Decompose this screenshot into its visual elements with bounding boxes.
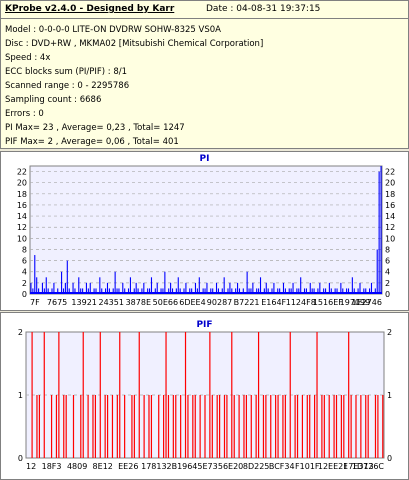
info-panel: KProbe v2.4.0 - Designed by Karr Date : …: [0, 0, 409, 149]
x-tick-label: 8D225: [243, 462, 270, 471]
y-tick-label-right: 12: [385, 223, 395, 232]
x-tick-label: 1E2746: [351, 298, 382, 307]
y-tick-label-right: 22: [385, 168, 395, 177]
x-tick-label: E164F: [261, 298, 286, 307]
x-tick-label: 7F: [30, 298, 40, 307]
x-tick-label: 18F3: [42, 462, 62, 471]
sampling-count-line: Sampling count : 6686: [5, 95, 102, 105]
x-tick-label: EE26: [118, 462, 138, 471]
pi-chart: 0 02 24 46 68 810 1012 1214 1416 1618 1820 2022 227F…: [17, 165, 395, 307]
ecc-line: ECC blocks sum (PI/PIF) : 8/1: [5, 67, 128, 77]
y-tick-label-left: 6: [22, 257, 27, 266]
y-tick-label-right: 4: [385, 268, 390, 277]
y-tick-label-left: 2: [22, 279, 27, 288]
y-tick-label-right: 2: [387, 328, 392, 337]
y-tick-label-right: 16: [385, 201, 395, 210]
y-tick-label-right: 14: [385, 212, 395, 221]
disc-line: Disc : DVD+RW , MKMA02 [Mitsubishi Chemi…: [5, 39, 264, 49]
x-tick-label: 90287: [207, 298, 232, 307]
x-tick-label: F101F: [295, 462, 320, 471]
y-tick-label-right: 18: [385, 190, 395, 199]
x-tick-label: 13921: [71, 298, 96, 307]
x-tick-label: 45E73: [192, 462, 217, 471]
x-tick-label: 1D726C: [352, 462, 385, 471]
plot-area: [29, 165, 383, 295]
pi-chart-panel: PI 0 0 2 2 4 4 6 6 8 8 10 10 12 12 14 14 16 16 18 18 20 20 22 2…: [0, 151, 409, 311]
y-tick-label-left: 16: [17, 201, 27, 210]
x-tick-label: 56E20: [218, 462, 243, 471]
y-tick-label-left: 2: [18, 328, 23, 337]
y-tick-label-right: 1: [387, 391, 392, 400]
x-tick-label: 6DEE4: [179, 298, 205, 307]
y-tick-label-left: 8: [22, 245, 27, 254]
x-tick-label: 2B196: [166, 462, 192, 471]
y-tick-label-left: 14: [17, 212, 27, 221]
y-tick-label-left: 20: [17, 179, 27, 188]
x-tick-label: 50E66: [153, 298, 178, 307]
y-tick-label-right: 0: [385, 290, 390, 299]
y-tick-label-right: 8: [385, 245, 390, 254]
y-tick-label-left: 4: [22, 268, 27, 277]
y-tick-label-left: 0: [22, 290, 27, 299]
x-tick-label: 8E12: [93, 462, 113, 471]
pi-summary-line: PI Max= 23 , Average= 0,23 , Total= 1247: [5, 123, 185, 133]
app-title: KProbe v2.4.0 - Designed by Karr: [5, 4, 175, 14]
y-tick-label-left: 12: [17, 223, 27, 232]
pif-summary-line: PIF Max= 2 , Average= 0,06 , Total= 401: [5, 137, 179, 147]
y-tick-label-right: 6: [385, 257, 390, 266]
x-tick-label: 12: [26, 462, 36, 471]
pif-chart-panel: PIF 0 0 1 1 2 2 12 18F3 4809 8E12 EE26 17813 2B196 45…: [0, 312, 409, 480]
x-tick-label: BCF34: [269, 462, 295, 471]
y-tick-label-left: 10: [17, 234, 27, 243]
scanned-range-line: Scanned range : 0 - 2295786: [5, 81, 130, 91]
scan-date: Date : 04-08-31 19:37:15: [206, 4, 321, 14]
x-tick-label: 1124F8: [286, 298, 316, 307]
y-tick-label-left: 1: [18, 391, 23, 400]
header-divider: [1, 18, 408, 19]
y-tick-label-left: 18: [17, 190, 27, 199]
y-tick-label-left: 0: [18, 454, 23, 463]
x-tick-label: 24351: [99, 298, 124, 307]
pif-chart: 0 01 12 212 18F3 4809 8E12 EE26 17813 2B196 45E73 5…: [18, 328, 392, 471]
y-tick-label-right: 10: [385, 234, 395, 243]
x-tick-label: B7221: [234, 298, 260, 307]
x-tick-label: 3878E: [126, 298, 151, 307]
y-tick-label-right: 2: [385, 279, 390, 288]
speed-line: Speed : 4x: [5, 53, 51, 63]
x-tick-label: 17813: [141, 462, 166, 471]
y-tick-label-left: 22: [17, 168, 27, 177]
x-tick-label: 7675: [47, 298, 67, 307]
y-tick-label-right: 0: [387, 454, 392, 463]
x-tick-label: 4809: [67, 462, 87, 471]
model-line: Model : 0-0-0-0 LITE-ON DVDRW SOHW-8325 …: [5, 25, 221, 35]
y-tick-label-right: 20: [385, 179, 395, 188]
errors-line: Errors : 0: [5, 109, 44, 119]
